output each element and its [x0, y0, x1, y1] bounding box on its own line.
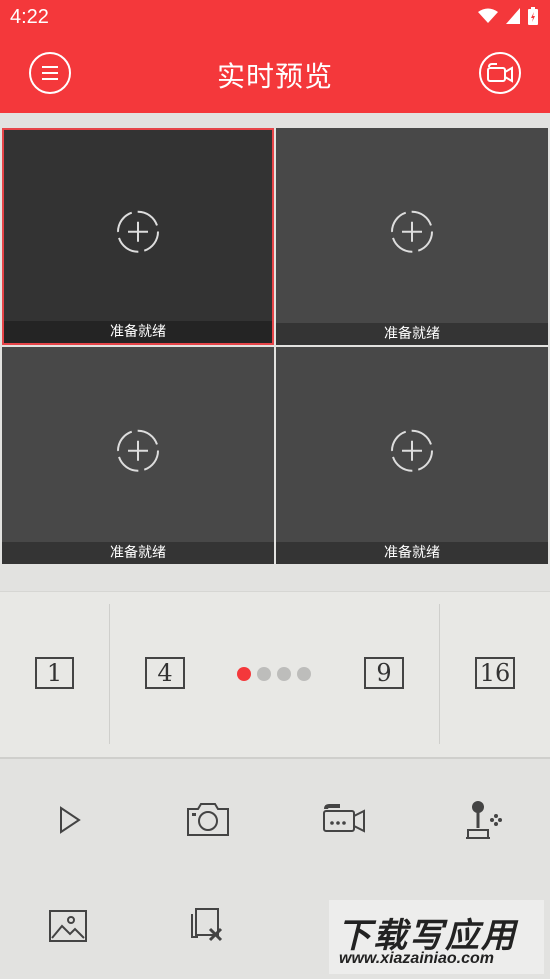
layout-4-button[interactable]: 4 — [145, 657, 185, 689]
page-dot — [237, 667, 251, 681]
add-camera-icon[interactable] — [116, 428, 160, 472]
record-button[interactable] — [314, 794, 374, 844]
tile-status: 准备就绪 — [276, 323, 548, 345]
status-time: 4:22 — [10, 6, 49, 28]
video-tile-3[interactable]: 准备就绪 — [2, 347, 274, 564]
video-tile-4[interactable]: 准备就绪 — [276, 347, 548, 564]
layout-9-button[interactable]: 9 — [364, 657, 404, 689]
video-camera-icon — [487, 63, 513, 83]
battery-icon — [528, 7, 538, 25]
add-camera-icon[interactable] — [116, 209, 160, 253]
status-icons — [478, 7, 538, 25]
record-icon — [323, 804, 365, 833]
gallery-icon — [49, 910, 87, 942]
snapshot-button[interactable] — [178, 794, 238, 844]
gallery-button[interactable] — [38, 901, 98, 951]
signal-icon — [506, 8, 520, 24]
tile-status: 准备就绪 — [2, 542, 274, 564]
page-dot — [277, 667, 291, 681]
ptz-button[interactable] — [452, 795, 512, 845]
wifi-icon — [478, 8, 498, 23]
close-all-button[interactable] — [178, 900, 238, 950]
add-camera-icon[interactable] — [390, 428, 434, 472]
close-all-icon — [191, 908, 223, 942]
live-view-grid: 准备就绪 准备就绪 准备就绪 准备就绪 — [2, 128, 548, 566]
video-tile-1[interactable]: 准备就绪 — [2, 128, 274, 345]
layout-1-button[interactable]: 1 — [35, 657, 74, 689]
divider — [439, 604, 440, 744]
page-indicator — [237, 667, 311, 681]
add-camera-icon[interactable] — [390, 209, 434, 253]
video-tile-2[interactable]: 准备就绪 — [276, 128, 548, 345]
camera-list-button[interactable] — [479, 52, 521, 94]
layout-selector: 1 4 9 16 — [0, 591, 550, 759]
layout-16-button[interactable]: 16 — [475, 657, 515, 689]
page-dot — [297, 667, 311, 681]
ptz-joystick-icon — [466, 801, 502, 839]
tile-status: 准备就绪 — [276, 542, 548, 564]
divider — [109, 604, 110, 744]
app-bar: 4:22 实时预览 — [0, 0, 550, 113]
page-dot — [257, 667, 271, 681]
watermark-url: www.xiazainiao.com — [339, 950, 495, 967]
watermark: 下载写应用 www.xiazainiao.com — [329, 900, 544, 974]
tile-status: 准备就绪 — [4, 321, 272, 343]
play-button[interactable] — [40, 795, 100, 845]
page-title: 实时预览 — [216, 60, 333, 93]
snapshot-icon — [187, 803, 229, 836]
play-icon — [60, 806, 81, 834]
